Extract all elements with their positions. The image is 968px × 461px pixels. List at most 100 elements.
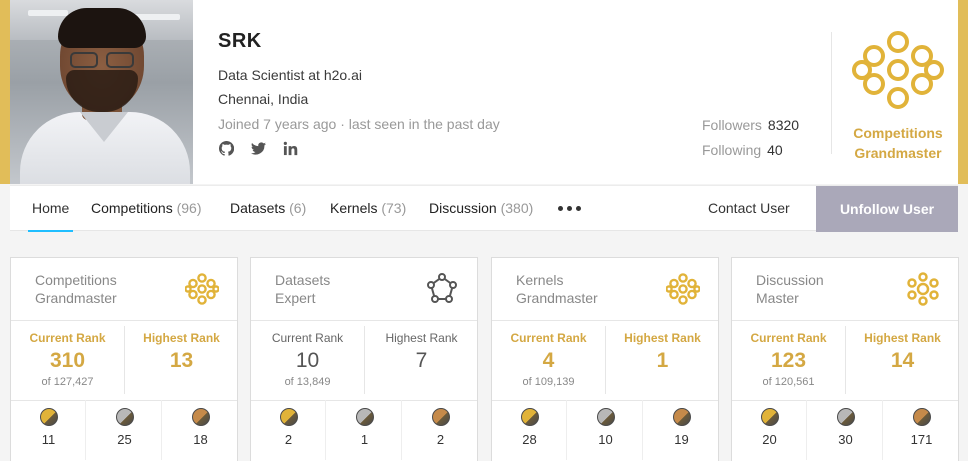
current-rank-total: of 109,139 <box>522 376 575 388</box>
tab-discussion[interactable]: Discussion (380) <box>429 186 533 232</box>
highest-rank-value: 7 <box>415 349 428 372</box>
medal-stat: 28 <box>492 400 567 460</box>
card-divider <box>492 320 718 321</box>
gold-medal-icon <box>39 408 58 426</box>
highest-rank-value: 13 <box>169 349 194 372</box>
grandmaster-icon <box>852 31 944 109</box>
bronze-medal-icon <box>912 408 931 426</box>
tab-kernels[interactable]: Kernels (73) <box>330 186 406 232</box>
tab-datasets[interactable]: Datasets (6) <box>230 186 306 232</box>
twitter-icon[interactable] <box>250 140 266 156</box>
tier-card-title: Discussion Master <box>756 271 824 307</box>
tier-card-category: Kernels <box>516 272 564 288</box>
profile-joined: Joined 7 years ago · last seen in the pa… <box>218 116 500 132</box>
current-rank-label: Current Rank <box>29 331 106 345</box>
highest-rank-value: 14 <box>890 349 915 372</box>
medal-stat: 171 <box>884 408 959 447</box>
following-stat[interactable]: Following 40 <box>702 142 783 158</box>
medal-stat: 19 <box>644 408 719 447</box>
current-rank-value: 310 <box>49 349 86 372</box>
current-rank-value: 4 <box>542 349 555 372</box>
followers-count: 8320 <box>767 117 800 133</box>
medal-divider <box>806 400 807 460</box>
header-divider <box>831 32 832 154</box>
medal-count: 18 <box>193 432 208 447</box>
medal-divider <box>401 400 402 460</box>
followers-stat[interactable]: Followers 8320 <box>702 117 799 133</box>
card-divider <box>732 320 958 321</box>
current-rank: Current Rank 123 of 120,561 <box>732 331 845 388</box>
highest-rank-label: Highest Rank <box>864 331 941 345</box>
profile-nav: Home Competitions (96) Datasets (6) Kern… <box>10 185 958 232</box>
medal-count: 2 <box>284 432 293 447</box>
tab-kernels-count: (73) <box>381 200 407 216</box>
medal-stat: 18 <box>163 408 238 447</box>
contact-user-button[interactable]: Contact User <box>708 186 790 232</box>
social-links <box>218 140 298 156</box>
card-divider <box>11 400 237 401</box>
medal-count: 25 <box>117 432 132 447</box>
tier-color-strip-right <box>958 0 968 184</box>
highest-rank-value: 1 <box>656 349 669 372</box>
tier-card-title: Competitions Grandmaster <box>35 271 117 307</box>
medal-stat: 2 <box>403 408 478 447</box>
medal-stat: 11 <box>11 400 86 460</box>
card-divider <box>251 400 477 401</box>
current-rank-total: of 120,561 <box>762 376 815 388</box>
medal-divider <box>642 400 643 460</box>
current-rank: Current Rank 4 of 109,139 <box>492 331 605 388</box>
tier-card-tier: Master <box>756 290 799 306</box>
grandmaster-icon <box>665 272 701 306</box>
tab-kernels-label: Kernels <box>330 200 378 216</box>
silver-medal-icon <box>596 408 615 426</box>
highest-rank: Highest Rank 13 <box>125 331 238 374</box>
gold-medal-icon <box>760 408 779 426</box>
tier-card-tier: Grandmaster <box>35 290 117 306</box>
current-rank-total: of 127,427 <box>41 376 94 388</box>
more-options-icon[interactable] <box>558 206 581 211</box>
medal-stat: 30 <box>808 400 883 460</box>
tab-discussion-count: (380) <box>500 200 534 216</box>
medal-divider <box>882 400 883 460</box>
avatar-glasses-right <box>106 52 134 68</box>
highest-rank-label: Highest Rank <box>143 331 220 345</box>
linkedin-icon[interactable] <box>282 140 298 156</box>
tier-card: Discussion Master Current Rank 123 of 120,56… <box>731 257 959 461</box>
tier-card: Kernels Grandmaster Current Rank 4 of 109,13… <box>491 257 719 461</box>
silver-medal-icon <box>115 408 134 426</box>
silver-medal-icon <box>836 408 855 426</box>
tier-card-tier: Expert <box>275 290 316 306</box>
tier-card-category: Discussion <box>756 272 824 288</box>
tier-card-category: Datasets <box>275 272 331 288</box>
card-divider <box>11 320 237 321</box>
medal-count: 171 <box>910 432 933 447</box>
tier-card-tier: Grandmaster <box>516 290 598 306</box>
more-dot <box>576 206 581 211</box>
github-icon[interactable] <box>218 140 234 156</box>
silver-medal-icon <box>355 408 374 426</box>
medal-stat: 1 <box>327 400 402 460</box>
overall-tier-line1: Competitions <box>853 125 943 141</box>
current-rank-value: 123 <box>770 349 807 372</box>
tier-card-title: Datasets Expert <box>275 271 330 307</box>
overall-tier-badge: Competitions Grandmaster <box>848 28 948 163</box>
expert-icon <box>425 272 459 306</box>
card-divider <box>732 400 958 401</box>
card-divider <box>492 400 718 401</box>
highest-rank-label: Highest Rank <box>624 331 701 345</box>
medal-count: 19 <box>674 432 689 447</box>
unfollow-user-button[interactable]: Unfollow User <box>816 186 958 232</box>
medal-stat: 10 <box>568 400 643 460</box>
tab-competitions-label: Competitions <box>91 200 173 216</box>
medal-count: 1 <box>360 432 369 447</box>
gold-medal-icon <box>520 408 539 426</box>
medal-count: 30 <box>838 432 853 447</box>
current-rank-label: Current Rank <box>271 331 344 345</box>
highest-rank: Highest Rank 1 <box>606 331 719 374</box>
tab-datasets-label: Datasets <box>230 200 286 216</box>
profile-header: SRK Data Scientist at h2o.ai Chennai, In… <box>10 0 958 184</box>
tab-home-label: Home <box>32 200 70 216</box>
tab-home[interactable]: Home <box>28 186 74 232</box>
gold-medal-icon <box>279 408 298 426</box>
tab-competitions[interactable]: Competitions (96) <box>91 186 202 232</box>
